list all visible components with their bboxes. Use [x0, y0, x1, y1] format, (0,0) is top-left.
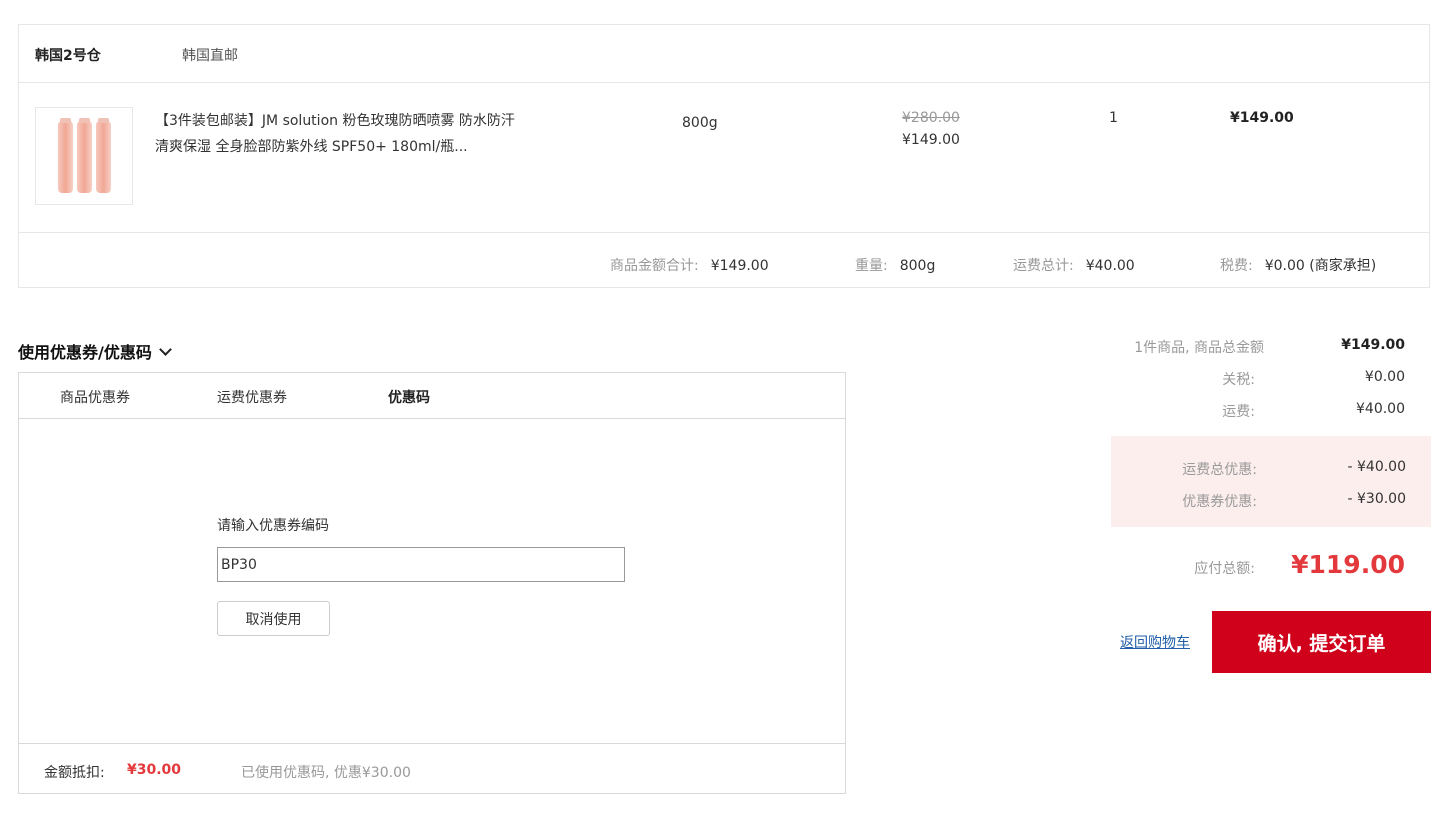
- deduct-label: 金额抵扣:: [44, 765, 105, 781]
- coupon-section-title: 使用优惠券/优惠码: [18, 343, 152, 362]
- warehouse-name: 韩国2号仓: [35, 48, 101, 64]
- warehouse-header: 韩国2号仓 韩国直邮: [19, 25, 1429, 83]
- tax: 税费: ¥0.00 (商家承担): [1220, 255, 1376, 275]
- warehouse-footer: 商品金额合计: ¥149.00 重量: 800g 运费总计: ¥40.00 税费: ¥0…: [19, 232, 1429, 289]
- summary-goods-value: ¥149.00: [1341, 337, 1405, 353]
- chevron-down-icon: [158, 343, 172, 356]
- coupon-used-text: 已使用优惠码, 优惠¥30.00: [241, 765, 411, 781]
- product-title[interactable]: 【3件装包邮装】JM solution 粉色玫瑰防晒喷雾 防水防汗 清爽保湿 全…: [155, 108, 525, 160]
- shipping-discount-value: - ¥40.00: [1347, 459, 1407, 475]
- goods-total-label: 商品金额合计:: [610, 258, 699, 274]
- bottle-graphic: [77, 118, 92, 193]
- summary-duty-value: ¥0.00: [1364, 369, 1405, 385]
- weight-label: 重量:: [855, 258, 888, 274]
- summary-shipping-value: ¥40.00: [1356, 401, 1405, 417]
- coupon-footer: 金额抵扣: ¥30.00 已使用优惠码, 优惠¥30.00: [19, 743, 845, 793]
- goods-total: 商品金额合计: ¥149.00: [610, 255, 769, 275]
- payable-total: ¥119.00: [1291, 550, 1405, 579]
- coupon-tabs: 商品优惠券 运费优惠券 优惠码: [19, 373, 845, 419]
- weight: 重量: 800g: [855, 255, 935, 275]
- tab-shipping-coupon[interactable]: 运费优惠券: [217, 387, 287, 407]
- original-price: ¥280.00: [902, 110, 960, 126]
- unit-price: ¥149.00: [902, 132, 960, 148]
- coupon-code-label: 请输入优惠券编码: [217, 518, 329, 534]
- shipping-total-value: ¥40.00: [1085, 258, 1135, 274]
- summary-goods-label: 1件商品, 商品总金额: [1134, 340, 1264, 356]
- goods-total-value: ¥149.00: [710, 258, 769, 274]
- summary-shipping-label: 运费:: [1222, 404, 1255, 420]
- product-quantity: 1: [1109, 110, 1118, 126]
- discount-box: 运费总优惠: - ¥40.00 优惠券优惠: - ¥30.00: [1111, 436, 1431, 527]
- product-image[interactable]: [35, 107, 133, 205]
- deduct-value: ¥30.00: [127, 762, 182, 778]
- coupon-panel: 商品优惠券 运费优惠券 优惠码 请输入优惠券编码 取消使用 金额抵扣: ¥30.…: [18, 372, 846, 794]
- weight-value: 800g: [899, 258, 936, 274]
- back-to-cart-link[interactable]: 返回购物车: [1120, 632, 1190, 652]
- warehouse-section: 韩国2号仓 韩国直邮 【3件装包邮装】JM solution 粉色玫瑰防晒喷雾 …: [18, 24, 1430, 288]
- tab-promo-code[interactable]: 优惠码: [388, 387, 430, 407]
- tax-value: ¥0.00 (商家承担): [1264, 258, 1377, 274]
- product-spec: 800g: [682, 115, 718, 131]
- tax-label: 税费:: [1220, 258, 1253, 274]
- product-subtotal: ¥149.00: [1230, 110, 1294, 126]
- shipping-total-label: 运费总计:: [1013, 258, 1074, 274]
- coupon-code-input[interactable]: [217, 547, 625, 582]
- coupon-discount-value: - ¥30.00: [1347, 491, 1407, 507]
- summary-duty-label: 关税:: [1222, 372, 1255, 388]
- shipping-discount-label: 运费总优惠:: [1182, 462, 1257, 478]
- cancel-coupon-button[interactable]: 取消使用: [217, 601, 330, 636]
- shipping-total: 运费总计: ¥40.00: [1013, 255, 1135, 275]
- bottle-graphic: [96, 118, 111, 193]
- bottle-graphic: [58, 118, 73, 193]
- coupon-discount-label: 优惠券优惠:: [1182, 494, 1257, 510]
- tab-product-coupon[interactable]: 商品优惠券: [60, 387, 130, 407]
- coupon-section-toggle[interactable]: 使用优惠券/优惠码: [18, 339, 172, 363]
- payable-label: 应付总额:: [1194, 561, 1255, 577]
- warehouse-type: 韩国直邮: [182, 48, 238, 64]
- submit-order-button[interactable]: 确认, 提交订单: [1212, 611, 1431, 673]
